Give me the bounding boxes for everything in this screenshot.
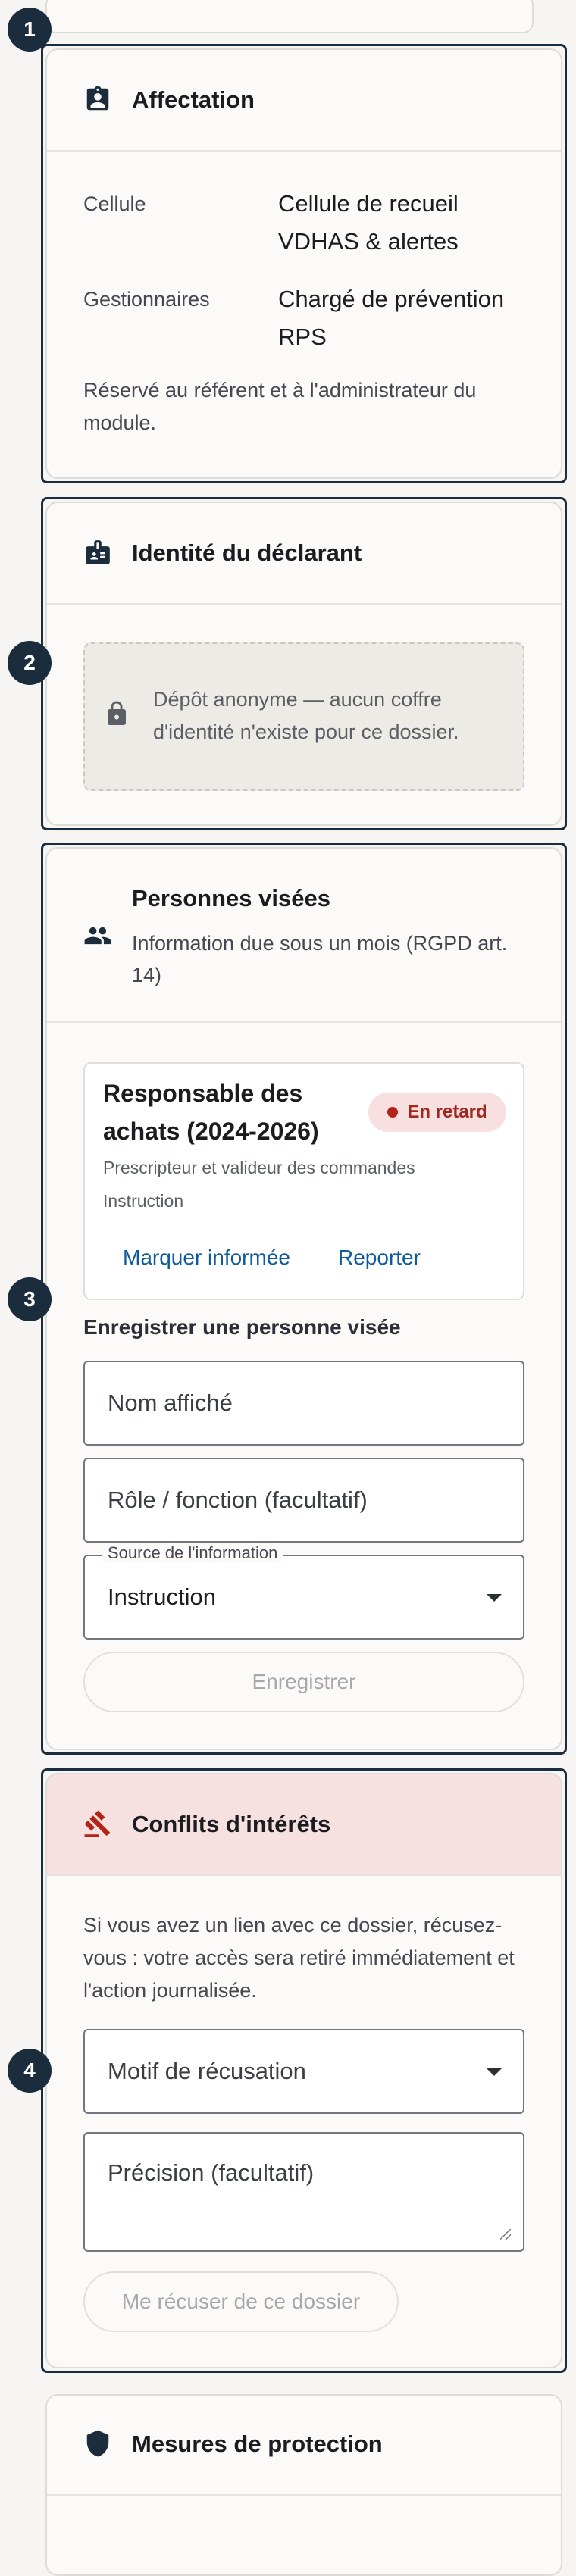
- previous-card-bottom: [45, 0, 534, 33]
- affectation-note: Réservé au référent et à l'administrateu…: [83, 379, 477, 434]
- person-source: Instruction: [103, 1191, 184, 1211]
- dropdown-caret-icon: [487, 1594, 502, 1602]
- lock-icon: [108, 701, 126, 725]
- source-label: Source de l'information: [102, 1543, 284, 1563]
- conflits-card: Conflits d'intérêts Si vous avez un lien…: [45, 1773, 562, 2368]
- conflits-text: Si vous avez un lien avec ce dossier, ré…: [83, 1914, 515, 2002]
- postpone-button[interactable]: Reporter: [335, 1241, 424, 1274]
- gestionnaires-label: Gestionnaires: [83, 288, 210, 311]
- badge-icon: [86, 86, 109, 111]
- gestionnaires-value: Chargé de prévention RPS: [278, 286, 505, 350]
- status-badge: En retard: [368, 1093, 506, 1132]
- personnes-title: Personnes visées: [132, 885, 330, 911]
- mesures-card: Mesures de protection: [45, 2394, 562, 2576]
- dropdown-caret-icon: [487, 2068, 502, 2076]
- mesures-header: Mesures de protection: [47, 2396, 561, 2496]
- save-button[interactable]: Enregistrer: [83, 1652, 524, 1712]
- personnes-header: Personnes visées Information due sous un…: [47, 849, 561, 1023]
- name-input[interactable]: Nom affiché: [83, 1361, 524, 1446]
- role-input[interactable]: Rôle / fonction (facultatif): [83, 1458, 524, 1543]
- personnes-subtitle: Information due sous un mois (RGPD art. …: [132, 932, 508, 986]
- register-person-title: Enregistrer une personne visée: [83, 1315, 401, 1339]
- precision-placeholder: Précision (facultatif): [108, 2159, 315, 2186]
- recuse-button[interactable]: Me récuser de ce dossier: [83, 2271, 399, 2332]
- step-marker-4: 4: [8, 2049, 52, 2093]
- step-marker-3: 3: [8, 1277, 52, 1321]
- mark-informed-button[interactable]: Marquer informée: [120, 1241, 293, 1274]
- resize-handle-icon[interactable]: [500, 2229, 511, 2240]
- cellule-value: Cellule de recueil VDHAS & alertes: [278, 190, 459, 255]
- id-card-icon: [86, 540, 110, 564]
- precision-textarea[interactable]: Précision (facultatif): [83, 2132, 524, 2252]
- person-role: Prescripteur et valideur des commandes: [103, 1158, 415, 1177]
- cellule-label: Cellule: [83, 192, 146, 215]
- conflits-header: Conflits d'intérêts: [47, 1774, 561, 1876]
- identite-card: Identité du déclarant Dépôt anonyme — au…: [45, 502, 562, 826]
- status-badge-label: En retard: [407, 1102, 487, 1122]
- affectation-header: Affectation: [47, 50, 561, 152]
- motif-select[interactable]: Motif de récusation: [83, 2029, 524, 2114]
- affectation-card: Affectation Cellule Cellule de recueil V…: [45, 48, 562, 479]
- step-marker-1: 1: [8, 8, 52, 52]
- people-icon: [84, 927, 111, 945]
- step-marker-2: 2: [8, 641, 52, 685]
- identite-header: Identité du déclarant: [47, 503, 561, 605]
- source-select[interactable]: Source de l'information Instruction: [83, 1543, 524, 1640]
- affectation-title: Affectation: [132, 86, 255, 113]
- mesures-title: Mesures de protection: [132, 2431, 383, 2457]
- motif-placeholder: Motif de récusation: [108, 2058, 306, 2084]
- anonymous-text: Dépôt anonyme — aucun coffre d'identité …: [153, 688, 459, 743]
- gavel-icon: [84, 1810, 111, 1837]
- late-dot-icon: [387, 1107, 399, 1118]
- role-placeholder: Rôle / fonction (facultatif): [108, 1487, 368, 1513]
- personnes-card: Personnes visées Information due sous un…: [45, 847, 562, 1750]
- identite-title: Identité du déclarant: [132, 539, 362, 566]
- source-value: Instruction: [108, 1583, 217, 1610]
- shield-icon: [86, 2430, 109, 2457]
- anonymous-notice: Dépôt anonyme — aucun coffre d'identité …: [83, 642, 524, 791]
- person-name: Responsable des achats (2024-2026): [103, 1080, 319, 1145]
- name-placeholder: Nom affiché: [108, 1390, 233, 1416]
- person-card: Responsable des achats (2024-2026) En re…: [83, 1062, 524, 1300]
- conflits-title: Conflits d'intérêts: [132, 1811, 331, 1837]
